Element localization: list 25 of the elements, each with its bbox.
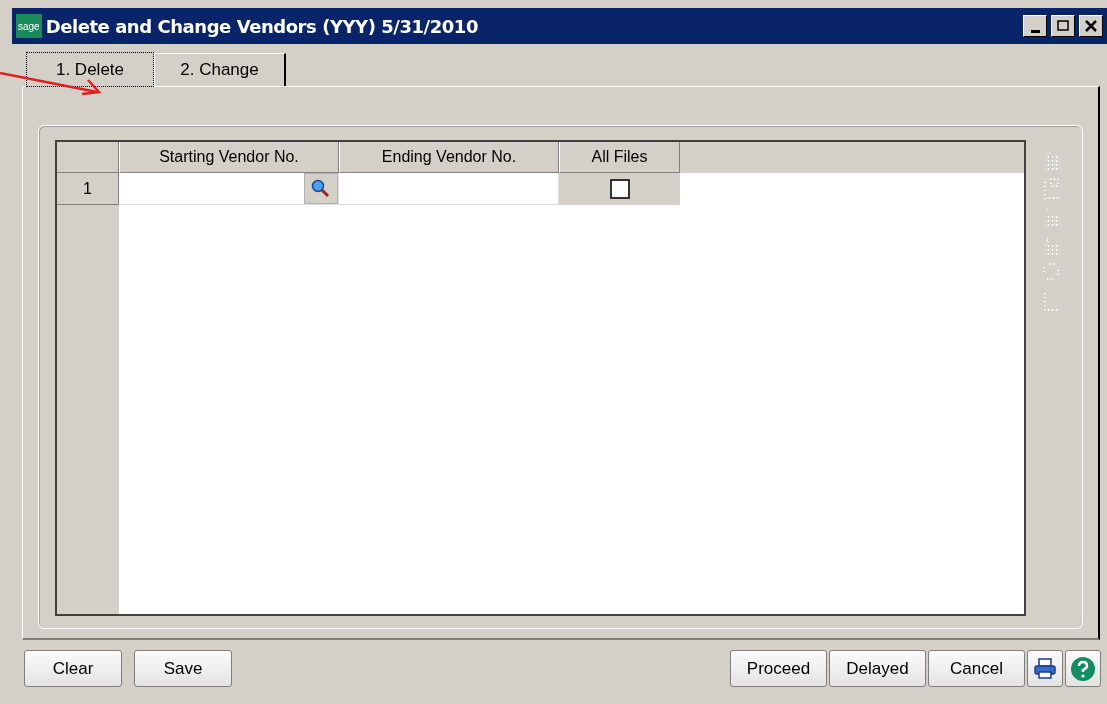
row-number: 1 <box>57 173 119 205</box>
minimize-icon <box>1030 29 1040 33</box>
app-logo: sage <box>16 14 42 38</box>
action-button[interactable]: Save <box>134 650 232 687</box>
input-field[interactable] <box>119 173 339 205</box>
maximize-button[interactable] <box>1051 15 1075 37</box>
checkbox[interactable] <box>609 179 630 199</box>
action-button[interactable]: Delayed <box>829 650 926 687</box>
lookup-button[interactable] <box>304 173 338 204</box>
action-button[interactable]: Proceed <box>730 650 827 687</box>
input-field[interactable] <box>339 173 559 205</box>
action-button[interactable]: Cancel <box>928 650 1025 687</box>
help-button[interactable] <box>1065 650 1101 687</box>
close-button[interactable] <box>1079 15 1103 37</box>
help-icon <box>1070 655 1096 682</box>
tab[interactable]: 1. Delete <box>26 52 154 87</box>
print-button[interactable] <box>1027 650 1063 687</box>
action-button[interactable]: Clear <box>24 650 122 687</box>
printer-icon <box>1033 657 1057 680</box>
maximize-icon <box>1056 20 1070 32</box>
minimize-button[interactable] <box>1023 15 1047 37</box>
tab[interactable]: 2. Change <box>154 53 286 86</box>
close-icon <box>1084 20 1098 32</box>
window-title: Delete and Change Vendors (YYY) 5/31/2010 <box>45 14 479 39</box>
search-icon <box>311 178 331 199</box>
